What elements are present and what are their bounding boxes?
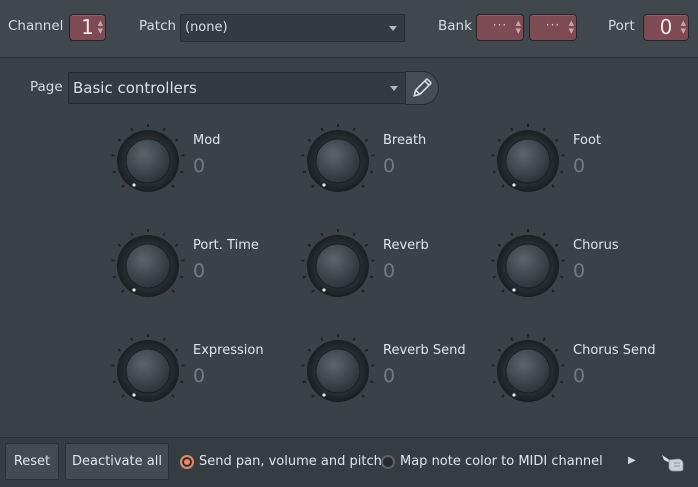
knob-label: Port. Time: [193, 238, 259, 253]
chevron-down-icon: [390, 86, 398, 91]
channel-spinner[interactable]: 1 ▲ ▼: [69, 14, 106, 41]
knob-dial[interactable]: [110, 228, 186, 304]
page-dropdown[interactable]: Basic controllers: [68, 72, 406, 104]
bank-msb-spinner[interactable]: ··· ▲ ▼: [476, 14, 524, 41]
port-label: Port: [608, 18, 635, 34]
map-color-radio[interactable]: [381, 455, 395, 469]
bank-lsb-spinner[interactable]: ··· ▲ ▼: [529, 14, 577, 41]
knob-dial[interactable]: [490, 123, 566, 199]
send-pan-radio[interactable]: [180, 455, 194, 469]
knob-value[interactable]: 0: [383, 365, 395, 387]
knob-label: Breath: [383, 133, 427, 148]
port-spinner[interactable]: 0 ▲ ▼: [643, 14, 689, 41]
knob-value[interactable]: 0: [193, 260, 205, 282]
spinner-arrows-icon: ▲ ▼: [568, 19, 574, 35]
page-label: Page: [30, 79, 63, 95]
arrow-right-icon[interactable]: ▶: [628, 455, 636, 466]
map-color-label[interactable]: Map note color to MIDI channel: [400, 454, 603, 469]
knob-dial[interactable]: [110, 333, 186, 409]
send-pan-label[interactable]: Send pan, volume and pitch: [199, 454, 382, 469]
spinner-arrows-icon: ▲ ▼: [97, 19, 103, 35]
knob-dial[interactable]: [490, 333, 566, 409]
knob-dial[interactable]: [300, 123, 376, 199]
hand-pointer-icon[interactable]: [660, 451, 686, 473]
edit-page-button[interactable]: [405, 71, 439, 105]
knob-value[interactable]: 0: [193, 365, 205, 387]
deactivate-all-button[interactable]: Deactivate all: [65, 443, 169, 480]
knob-value[interactable]: 0: [573, 260, 585, 282]
chevron-down-icon: [389, 26, 397, 31]
spinner-arrows-icon: ▲ ▼: [680, 19, 686, 35]
patch-dropdown[interactable]: (none): [180, 14, 405, 42]
knob-label: Foot: [573, 133, 602, 148]
reset-button[interactable]: Reset: [5, 443, 59, 480]
page-value: Basic controllers: [73, 79, 197, 97]
spinner-arrows-icon: ▲ ▼: [515, 19, 521, 35]
pencil-icon: [413, 78, 432, 97]
bank-label: Bank: [438, 18, 472, 34]
knob-label: Expression: [193, 343, 264, 358]
patch-value: (none): [185, 20, 228, 35]
knob-label: Chorus Send: [573, 343, 656, 358]
knob-value[interactable]: 0: [573, 365, 585, 387]
channel-label: Channel: [8, 18, 64, 34]
knob-label: Chorus: [573, 238, 619, 253]
knob-dial[interactable]: [300, 228, 376, 304]
knob-label: Reverb: [383, 238, 429, 253]
knob-dial[interactable]: [110, 123, 186, 199]
knob-label: Mod: [193, 133, 221, 148]
knob-label: Reverb Send: [383, 343, 466, 358]
channel-value: 1: [81, 15, 94, 39]
knob-value[interactable]: 0: [383, 155, 395, 177]
knob-value[interactable]: 0: [193, 155, 205, 177]
knob-value[interactable]: 0: [383, 260, 395, 282]
knob-dial[interactable]: [490, 228, 566, 304]
port-value: 0: [659, 15, 673, 39]
knob-dial[interactable]: [300, 333, 376, 409]
patch-label: Patch: [139, 18, 177, 34]
knob-value[interactable]: 0: [573, 155, 585, 177]
